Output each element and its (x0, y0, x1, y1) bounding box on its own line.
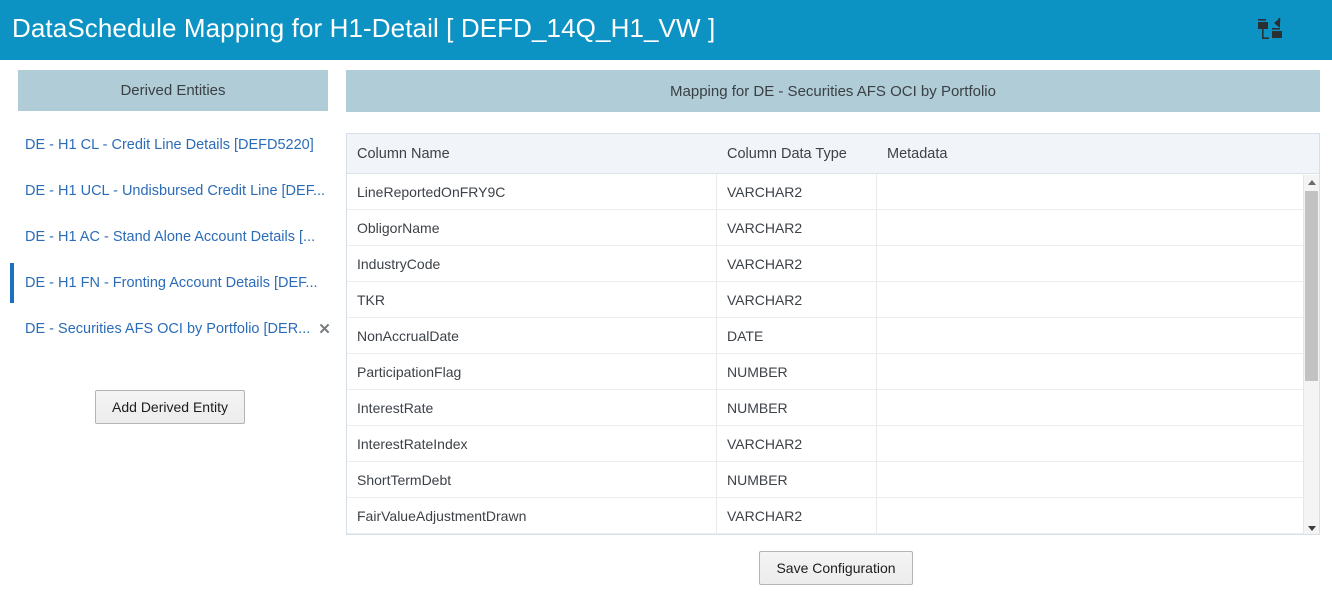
table-row[interactable]: IndustryCode VARCHAR2 (347, 246, 1319, 282)
table-header-row: Column Name Column Data Type Metadata (347, 134, 1319, 174)
sidebar-item-credit-line-details[interactable]: DE - H1 CL - Credit Line Details [DEFD52… (0, 122, 340, 168)
cell-column-name: IndustryCode (347, 246, 717, 281)
cell-column-name: ObligorName (347, 210, 717, 245)
cell-metadata (877, 426, 1319, 461)
cell-data-type: NUMBER (717, 462, 877, 497)
table-row[interactable]: LineReportedOnFRY9C VARCHAR2 (347, 174, 1319, 210)
derived-entity-list: DE - H1 CL - Credit Line Details [DEFD52… (0, 122, 340, 352)
cell-data-type: NUMBER (717, 354, 877, 389)
table-vertical-scrollbar[interactable] (1303, 175, 1319, 534)
column-header-metadata: Metadata (887, 145, 948, 162)
cell-data-type: VARCHAR2 (717, 210, 877, 245)
save-configuration-button[interactable]: Save Configuration (759, 551, 913, 585)
cell-metadata (877, 174, 1319, 209)
table-row[interactable]: ObligorName VARCHAR2 (347, 210, 1319, 246)
table-row[interactable]: InterestRateIndex VARCHAR2 (347, 426, 1319, 462)
sidebar-item-label: DE - H1 CL - Credit Line Details [DEFD52… (25, 137, 314, 153)
cell-metadata (877, 210, 1319, 245)
page-title: DataSchedule Mapping for H1-Detail [ DEF… (12, 13, 716, 43)
column-header-column-data-type: Column Data Type (727, 145, 847, 162)
table-row[interactable]: FairValueAdjustmentDrawn VARCHAR2 (347, 498, 1319, 534)
cell-data-type: VARCHAR2 (717, 498, 877, 533)
cell-column-name: ParticipationFlag (347, 354, 717, 389)
sidebar-item-undisbursed-credit-line[interactable]: DE - H1 UCL - Undisbursed Credit Line [D… (0, 168, 340, 214)
cell-metadata (877, 498, 1319, 533)
table-row[interactable]: NonAccrualDate DATE (347, 318, 1319, 354)
sidebar-panel-header: Derived Entities (18, 70, 328, 111)
cell-column-name: NonAccrualDate (347, 318, 717, 353)
cell-data-type: DATE (717, 318, 877, 353)
cell-metadata (877, 462, 1319, 497)
column-header-column-name: Column Name (357, 145, 450, 162)
mapping-main-panel: Mapping for DE - Securities AFS OCI by P… (340, 60, 1332, 593)
cell-metadata (877, 390, 1319, 425)
cell-metadata (877, 246, 1319, 281)
mapping-table: Column Name Column Data Type Metadata Li… (346, 133, 1320, 535)
derived-entities-sidebar: Derived Entities DE - H1 CL - Credit Lin… (0, 60, 340, 593)
hierarchy-icon[interactable] (1254, 14, 1286, 46)
cell-data-type: VARCHAR2 (717, 246, 877, 281)
scroll-down-arrow-icon[interactable] (1304, 521, 1319, 534)
cell-column-name: InterestRateIndex (347, 426, 717, 461)
cell-metadata (877, 318, 1319, 353)
cell-column-name: FairValueAdjustmentDrawn (347, 498, 717, 533)
table-body: LineReportedOnFRY9C VARCHAR2 ObligorName… (347, 174, 1319, 534)
cell-metadata (877, 354, 1319, 389)
sidebar-panel-title: Derived Entities (120, 82, 226, 99)
mapping-panel-header: Mapping for DE - Securities AFS OCI by P… (346, 70, 1320, 112)
cell-data-type: VARCHAR2 (717, 426, 877, 461)
cell-data-type: VARCHAR2 (717, 174, 877, 209)
app-header: DataSchedule Mapping for H1-Detail [ DEF… (0, 0, 1332, 60)
save-configuration-container: Save Configuration (340, 551, 1332, 585)
table-row[interactable]: ParticipationFlag NUMBER (347, 354, 1319, 390)
sidebar-item-stand-alone-account-details[interactable]: DE - H1 AC - Stand Alone Account Details… (0, 214, 340, 260)
scroll-up-arrow-icon[interactable] (1304, 175, 1319, 189)
add-derived-entity-container: Add Derived Entity (0, 390, 340, 424)
cell-column-name: LineReportedOnFRY9C (347, 174, 717, 209)
scrollbar-thumb[interactable] (1305, 191, 1318, 381)
cell-data-type: VARCHAR2 (717, 282, 877, 317)
cell-column-name: InterestRate (347, 390, 717, 425)
active-indicator (10, 263, 14, 303)
sidebar-item-label: DE - H1 UCL - Undisbursed Credit Line [D… (25, 183, 326, 199)
close-icon[interactable]: ✕ (318, 322, 331, 337)
sidebar-item-label: DE - H1 FN - Fronting Account Details [D… (25, 275, 318, 291)
cell-metadata (877, 282, 1319, 317)
sidebar-item-label: DE - H1 AC - Stand Alone Account Details… (25, 229, 316, 245)
sidebar-item-label: DE - Securities AFS OCI by Portfolio [DE… (25, 321, 311, 337)
sidebar-item-securities-afs-oci-by-portfolio[interactable]: DE - Securities AFS OCI by Portfolio [DE… (0, 306, 340, 352)
cell-column-name: TKR (347, 282, 717, 317)
cell-data-type: NUMBER (717, 390, 877, 425)
mapping-panel-title: Mapping for DE - Securities AFS OCI by P… (670, 82, 996, 100)
table-row[interactable]: TKR VARCHAR2 (347, 282, 1319, 318)
add-derived-entity-button[interactable]: Add Derived Entity (95, 390, 245, 424)
cell-column-name: ShortTermDebt (347, 462, 717, 497)
table-row[interactable]: ShortTermDebt NUMBER (347, 462, 1319, 498)
sidebar-item-fronting-account-details[interactable]: DE - H1 FN - Fronting Account Details [D… (0, 260, 340, 306)
table-row[interactable]: InterestRate NUMBER (347, 390, 1319, 426)
